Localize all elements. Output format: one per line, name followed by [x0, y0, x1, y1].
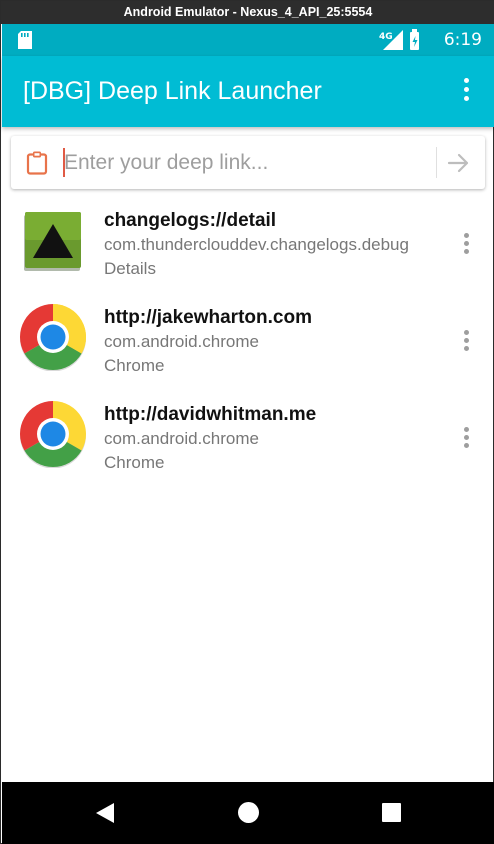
sd-card-icon	[18, 31, 32, 54]
list-item[interactable]: changelogs://detail com.thunderclouddev.…	[2, 201, 494, 298]
more-vert-icon[interactable]	[460, 330, 472, 354]
app-title: [DBG] Deep Link Launcher	[23, 77, 322, 105]
list-item-text: http://davidwhitman.me com.android.chrom…	[104, 403, 316, 475]
clock: 6:19	[443, 30, 482, 50]
chrome-app-icon	[19, 400, 87, 469]
signal-icon: 4G	[379, 29, 429, 56]
network-type-label: 4G	[379, 32, 393, 42]
deep-link-search-bar	[11, 136, 485, 189]
emulator-window: Android Emulator - Nexus_4_API_25:5554 4…	[0, 0, 494, 844]
list-item-text: http://jakewharton.com com.android.chrom…	[104, 306, 312, 378]
list-item[interactable]: http://davidwhitman.me com.android.chrom…	[2, 395, 494, 492]
deep-link-list: changelogs://detail com.thunderclouddev.…	[2, 201, 494, 492]
list-item-text: changelogs://detail com.thunderclouddev.…	[104, 209, 409, 281]
emulator-title: Android Emulator - Nexus_4_API_25:5554	[123, 5, 373, 19]
app-name: Chrome	[104, 356, 165, 375]
package-name: com.android.chrome	[104, 332, 259, 351]
arrow-right-icon[interactable]	[443, 150, 473, 176]
app-name: Chrome	[104, 453, 165, 472]
changelogs-app-icon	[19, 206, 87, 274]
clipboard-icon[interactable]	[26, 151, 48, 180]
search-divider	[436, 147, 437, 178]
more-vert-icon[interactable]	[460, 427, 472, 451]
package-name: com.thunderclouddev.changelogs.debug	[104, 235, 409, 254]
more-vert-icon[interactable]	[460, 233, 472, 257]
list-item[interactable]: http://jakewharton.com com.android.chrom…	[2, 298, 494, 395]
deep-link-input[interactable]	[64, 144, 434, 181]
app-bar: [DBG] Deep Link Launcher	[2, 56, 494, 127]
recents-icon[interactable]	[382, 803, 401, 822]
deep-link-url: changelogs://detail	[104, 210, 277, 231]
navigation-bar	[2, 782, 494, 844]
home-icon[interactable]	[238, 802, 259, 823]
emulator-title-bar: Android Emulator - Nexus_4_API_25:5554	[1, 1, 494, 24]
more-vert-icon[interactable]	[454, 78, 478, 106]
back-icon[interactable]	[94, 802, 116, 829]
package-name: com.android.chrome	[104, 429, 259, 448]
status-bar: 4G 6:19	[2, 24, 494, 56]
deep-link-url: http://davidwhitman.me	[104, 404, 317, 425]
chrome-app-icon	[19, 303, 87, 372]
app-name: Details	[104, 259, 156, 278]
deep-link-url: http://jakewharton.com	[104, 307, 312, 328]
